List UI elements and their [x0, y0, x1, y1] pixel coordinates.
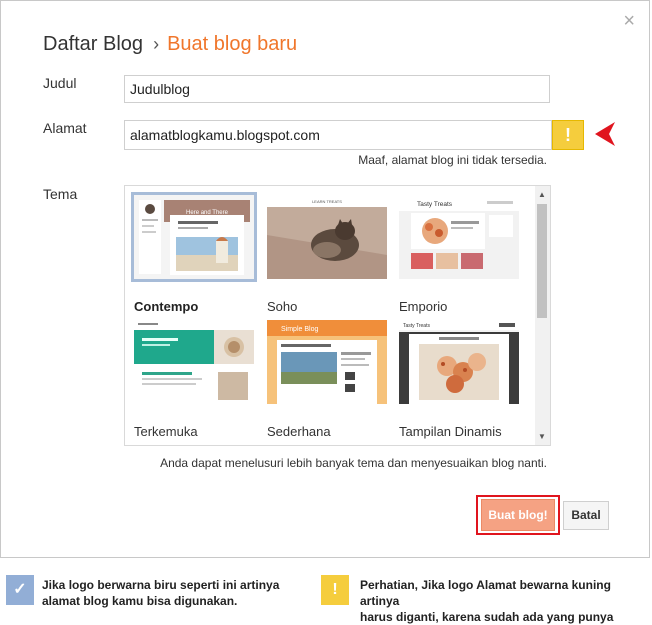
theme-name: Terkemuka — [134, 424, 198, 439]
address-error-message: Maaf, alamat blog ini tidak tersedia. — [358, 153, 547, 167]
close-icon[interactable]: × — [623, 11, 635, 31]
scroll-down-icon[interactable]: ▼ — [538, 432, 546, 441]
theme-name: Contempo — [134, 299, 199, 314]
address-label: Alamat — [43, 120, 87, 136]
theme-scrollbar[interactable]: ▲ ▼ — [535, 186, 550, 445]
legend-blue-text: Jika logo berwarna biru seperti ini arti… — [42, 577, 279, 609]
theme-tampilan-dinamis-preview: Tasty Treats — [399, 320, 519, 404]
sederhana-brand-text: Simple Blog — [281, 326, 318, 333]
scroll-up-icon[interactable]: ▲ — [538, 190, 546, 199]
legend-yellow-line-2: harus diganti, karena sudah ada yang pun… — [360, 610, 614, 624]
warning-icon: ! — [321, 575, 349, 605]
theme-soho-preview: LEARN TREATS — [267, 195, 387, 279]
scrollbar-thumb[interactable] — [537, 204, 547, 318]
create-blog-dialog: × Daftar Blog › Buat blog baru Judul Judul… — [0, 0, 650, 558]
theme-contempo-preview: Here and There — [131, 192, 257, 282]
breadcrumb-separator-icon: › — [153, 34, 160, 54]
theme-sederhana-preview: Simple Blog — [267, 320, 387, 404]
breadcrumb-current: Buat blog baru — [167, 33, 298, 55]
breadcrumb-blog-list[interactable]: Daftar Blog — [43, 33, 143, 55]
theme-name: Soho — [267, 299, 298, 314]
theme-terkemuka-preview — [134, 320, 254, 404]
title-input[interactable]: Judulblog — [124, 75, 550, 103]
dialog-title: Daftar Blog › Buat blog baru — [43, 33, 297, 56]
theme-picker: Here and There Contempo LEARN TREATS Soh… — [124, 185, 551, 446]
theme-name: Sederhana — [267, 424, 331, 439]
check-icon: ✓ — [6, 575, 34, 605]
legend-blue-line-2: alamat blog kamu bisa digunakan. — [42, 594, 238, 608]
address-warning-icon: ! — [552, 120, 584, 150]
title-label: Judul — [43, 75, 77, 91]
theme-name: Emporio — [399, 299, 448, 314]
soho-brand-text: LEARN TREATS — [312, 199, 342, 204]
cancel-button[interactable]: Batal — [563, 501, 609, 530]
theme-label: Tema — [43, 186, 78, 202]
dynamic-brand-text: Tasty Treats — [403, 323, 430, 329]
theme-name: Tampilan Dinamis — [399, 424, 502, 439]
address-input[interactable]: alamatblogkamu.blogspot.com — [124, 120, 552, 150]
theme-emporio-preview: Tasty Treats — [399, 195, 519, 279]
theme-hint: Anda dapat menelusuri lebih banyak tema … — [160, 456, 547, 470]
create-blog-button[interactable]: Buat blog! — [481, 499, 555, 531]
legend-blue-line-1: Jika logo berwarna biru seperti ini arti… — [42, 578, 280, 592]
emporio-brand-text: Tasty Treats — [417, 201, 453, 208]
red-chevron-pointer-icon — [595, 122, 615, 146]
legend-yellow-line-1: Perhatian, Jika logo Alamat bewarna kuni… — [360, 578, 611, 608]
